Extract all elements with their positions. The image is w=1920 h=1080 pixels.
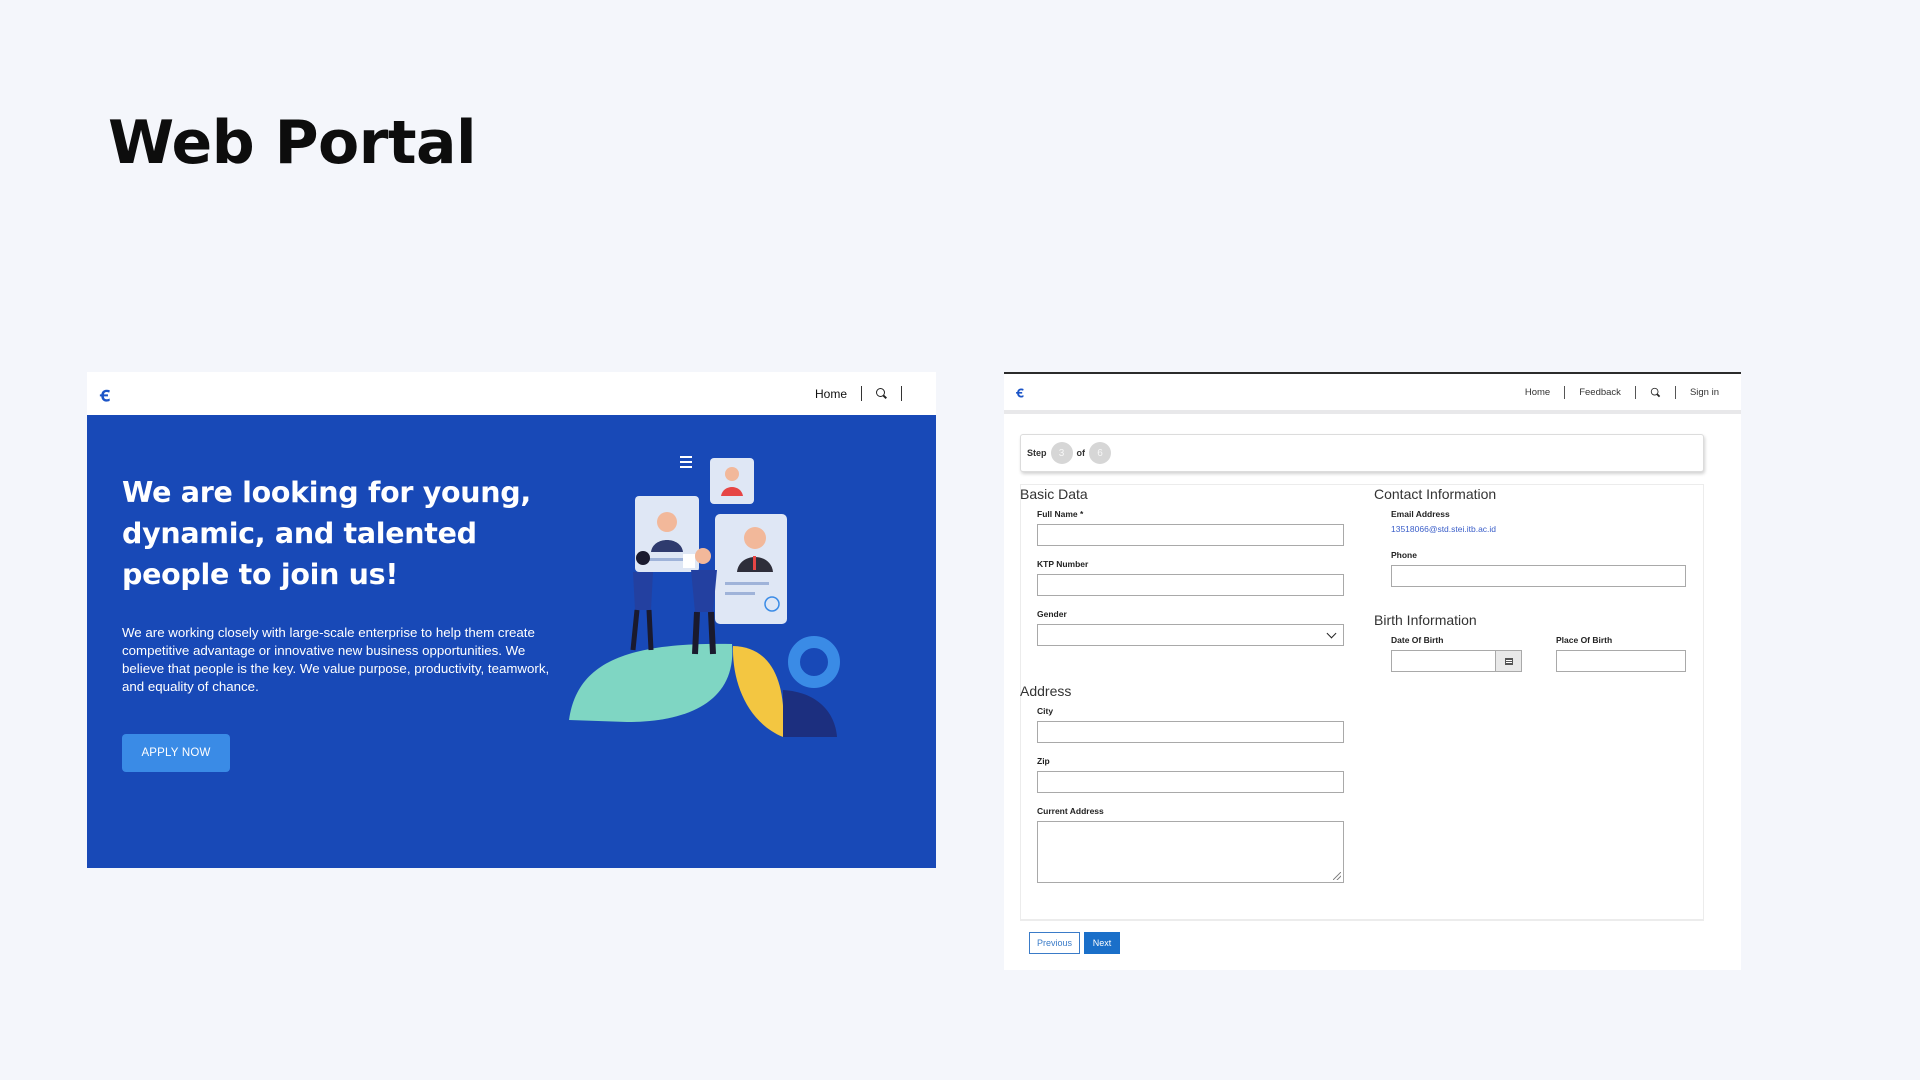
- current-step-badge: 3: [1050, 442, 1073, 464]
- place-of-birth-input[interactable]: [1556, 650, 1686, 672]
- step-indicator: Step 3 of 6: [1020, 434, 1704, 472]
- email-label: Email Address: [1391, 509, 1450, 519]
- search-icon[interactable]: [876, 388, 887, 399]
- nav-divider: [861, 386, 862, 401]
- full-name-input[interactable]: [1037, 524, 1344, 546]
- place-of-birth-label: Place Of Birth: [1556, 635, 1613, 645]
- yellow-leaf-shape: [732, 646, 784, 737]
- nav-signin-link[interactable]: Sign in: [1690, 387, 1719, 398]
- navy-quarter-shape: [783, 690, 837, 737]
- search-icon[interactable]: [1650, 387, 1660, 396]
- company-logo[interactable]: ꞓ: [1012, 383, 1028, 401]
- resize-handle-icon[interactable]: [1333, 872, 1341, 880]
- nav-divider: [1674, 385, 1676, 399]
- zip-input[interactable]: [1037, 771, 1344, 793]
- nav-home-link[interactable]: Home: [815, 387, 847, 401]
- hero-title: We are looking for young, dynamic, and t…: [122, 476, 531, 591]
- email-value: 13518066@std.stei.itb.ac.id: [1391, 524, 1497, 534]
- blue-ring-shape: [788, 636, 840, 688]
- ktp-number-label: KTP Number: [1037, 559, 1089, 569]
- total-steps-badge: 6: [1089, 442, 1112, 464]
- apply-now-button[interactable]: APPLY NOW: [122, 734, 230, 772]
- date-of-birth-input[interactable]: [1391, 650, 1496, 672]
- nav-divider: [901, 386, 902, 401]
- previous-button[interactable]: Previous: [1029, 932, 1080, 954]
- nav-divider: [1634, 385, 1636, 399]
- date-of-birth-label: Date Of Birth: [1391, 635, 1444, 645]
- landing-page-screenshot: ꞓ Home We are looking for young, dynamic…: [87, 372, 936, 868]
- contact-info-heading: Contact Information: [1374, 486, 1497, 502]
- menu-icon: [680, 456, 692, 458]
- current-address-label: Current Address: [1037, 806, 1104, 816]
- calendar-icon: [1504, 657, 1513, 665]
- ktp-number-input[interactable]: [1037, 574, 1344, 596]
- landing-navbar: ꞓ Home: [87, 372, 936, 415]
- woman-figure: [636, 551, 650, 565]
- date-picker-button[interactable]: [1496, 650, 1522, 672]
- zip-label: Zip: [1037, 756, 1050, 766]
- nav-feedback-link[interactable]: Feedback: [1579, 387, 1621, 398]
- next-button[interactable]: Next: [1084, 932, 1120, 954]
- phone-label: Phone: [1391, 550, 1417, 560]
- slide-title: Web Portal: [108, 108, 477, 178]
- birth-info-heading: Birth Information: [1374, 612, 1477, 628]
- chevron-down-icon: [1326, 628, 1337, 639]
- gender-select[interactable]: [1037, 624, 1344, 646]
- form-footer-divider: [1020, 920, 1704, 921]
- step-of-label: of: [1076, 448, 1086, 458]
- nav-home-link[interactable]: Home: [1525, 387, 1550, 398]
- form-navbar: ꞓ Home Feedback Sign in: [1004, 374, 1741, 414]
- recruitment-illustration: [569, 456, 840, 737]
- form-nav-links: Home Feedback Sign in: [1525, 385, 1719, 399]
- basic-data-heading: Basic Data: [1020, 486, 1088, 502]
- landing-nav-links: Home: [815, 386, 916, 401]
- teal-leaf-shape: [569, 643, 733, 722]
- city-label: City: [1037, 706, 1054, 716]
- current-address-textarea[interactable]: [1037, 821, 1344, 883]
- address-heading: Address: [1020, 683, 1072, 699]
- city-input[interactable]: [1037, 721, 1344, 743]
- man-figure: [695, 548, 711, 564]
- company-logo[interactable]: ꞓ: [94, 382, 116, 406]
- step-label: Step: [1027, 448, 1047, 458]
- full-name-label: Full Name *: [1037, 509, 1084, 519]
- gender-label: Gender: [1037, 609, 1067, 619]
- application-form-screenshot: ꞓ Home Feedback Sign in Step 3 of 6 Basi…: [1004, 372, 1741, 970]
- phone-input[interactable]: [1391, 565, 1686, 587]
- nav-divider: [1564, 385, 1566, 399]
- hero-description: We are working closely with large-scale …: [122, 625, 550, 694]
